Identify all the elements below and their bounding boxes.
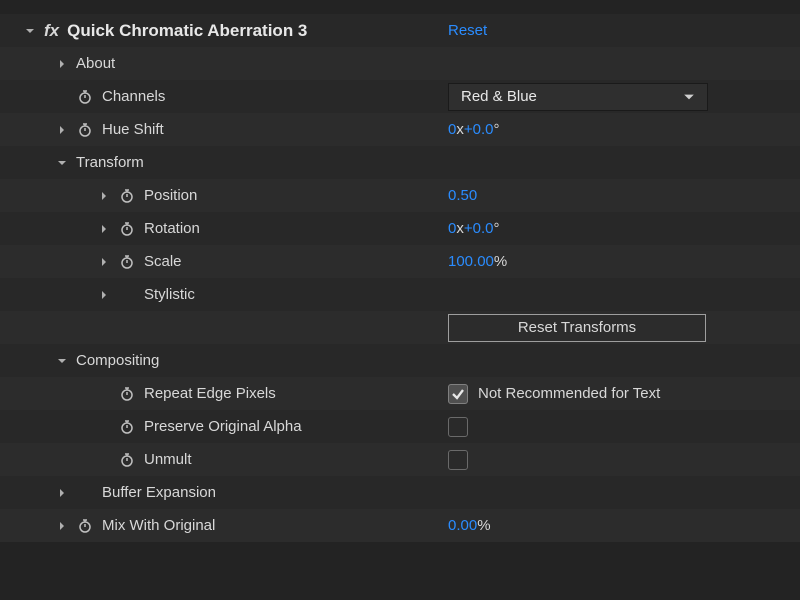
scale-label: Scale — [144, 253, 182, 270]
stylistic-label: Stylistic — [144, 286, 195, 303]
hueshift-unit: ° — [493, 121, 499, 138]
rotation-label: Rotation — [144, 220, 200, 237]
hueshift-expand[interactable] — [56, 125, 68, 135]
preserve-alpha-label: Preserve Original Alpha — [144, 418, 302, 435]
effect-title: Quick Chromatic Aberration 3 — [67, 21, 307, 41]
buffer-expand[interactable] — [56, 488, 68, 498]
fx-icon: fx — [44, 21, 59, 41]
preserve-alpha-checkbox[interactable] — [448, 417, 468, 437]
compositing-label: Compositing — [76, 352, 159, 369]
about-expand[interactable] — [56, 59, 68, 69]
about-label: About — [76, 55, 115, 72]
reset-transforms-label: Reset Transforms — [518, 319, 636, 336]
repeat-edge-label: Repeat Edge Pixels — [144, 385, 276, 402]
unmult-checkbox[interactable] — [448, 450, 468, 470]
effect-collapse-toggle[interactable] — [24, 26, 36, 36]
compositing-collapse[interactable] — [56, 356, 68, 366]
stopwatch-icon[interactable] — [76, 121, 94, 139]
rotation-deg[interactable]: +0.0 — [464, 220, 494, 237]
scale-unit: % — [494, 253, 507, 270]
unmult-label: Unmult — [144, 451, 192, 468]
channels-label: Channels — [102, 88, 165, 105]
reset-transforms-button[interactable]: Reset Transforms — [448, 314, 706, 342]
scale-value[interactable]: 100.00 — [448, 253, 494, 270]
mix-unit: % — [477, 517, 490, 534]
stopwatch-icon[interactable] — [118, 253, 136, 271]
stylistic-expand[interactable] — [98, 290, 110, 300]
chevron-down-icon — [683, 91, 695, 103]
hueshift-label: Hue Shift — [102, 121, 164, 138]
rotation-unit: ° — [493, 220, 499, 237]
rotation-sep: x — [456, 220, 464, 237]
channels-dropdown[interactable]: Red & Blue — [448, 83, 708, 111]
stopwatch-icon[interactable] — [118, 187, 136, 205]
hueshift-sep: x — [456, 121, 464, 138]
transform-label: Transform — [76, 154, 144, 171]
buffer-expansion-label: Buffer Expansion — [102, 484, 216, 501]
stopwatch-icon[interactable] — [118, 220, 136, 238]
repeat-edge-note: Not Recommended for Text — [478, 385, 660, 402]
stopwatch-icon[interactable] — [76, 517, 94, 535]
channels-selected: Red & Blue — [461, 88, 537, 105]
rotation-turns[interactable]: 0 — [448, 220, 456, 237]
mix-value[interactable]: 0.00 — [448, 517, 477, 534]
stopwatch-icon[interactable] — [118, 418, 136, 436]
position-expand[interactable] — [98, 191, 110, 201]
mix-expand[interactable] — [56, 521, 68, 531]
hueshift-deg[interactable]: +0.0 — [464, 121, 494, 138]
hueshift-turns[interactable]: 0 — [448, 121, 456, 138]
scale-expand[interactable] — [98, 257, 110, 267]
rotation-expand[interactable] — [98, 224, 110, 234]
stopwatch-icon[interactable] — [76, 88, 94, 106]
reset-link[interactable]: Reset — [448, 22, 487, 39]
stopwatch-icon[interactable] — [118, 451, 136, 469]
mix-label: Mix With Original — [102, 517, 215, 534]
transform-collapse[interactable] — [56, 158, 68, 168]
position-value[interactable]: 0.50 — [448, 187, 477, 204]
repeat-edge-checkbox[interactable] — [448, 384, 468, 404]
stopwatch-icon[interactable] — [118, 385, 136, 403]
position-label: Position — [144, 187, 197, 204]
